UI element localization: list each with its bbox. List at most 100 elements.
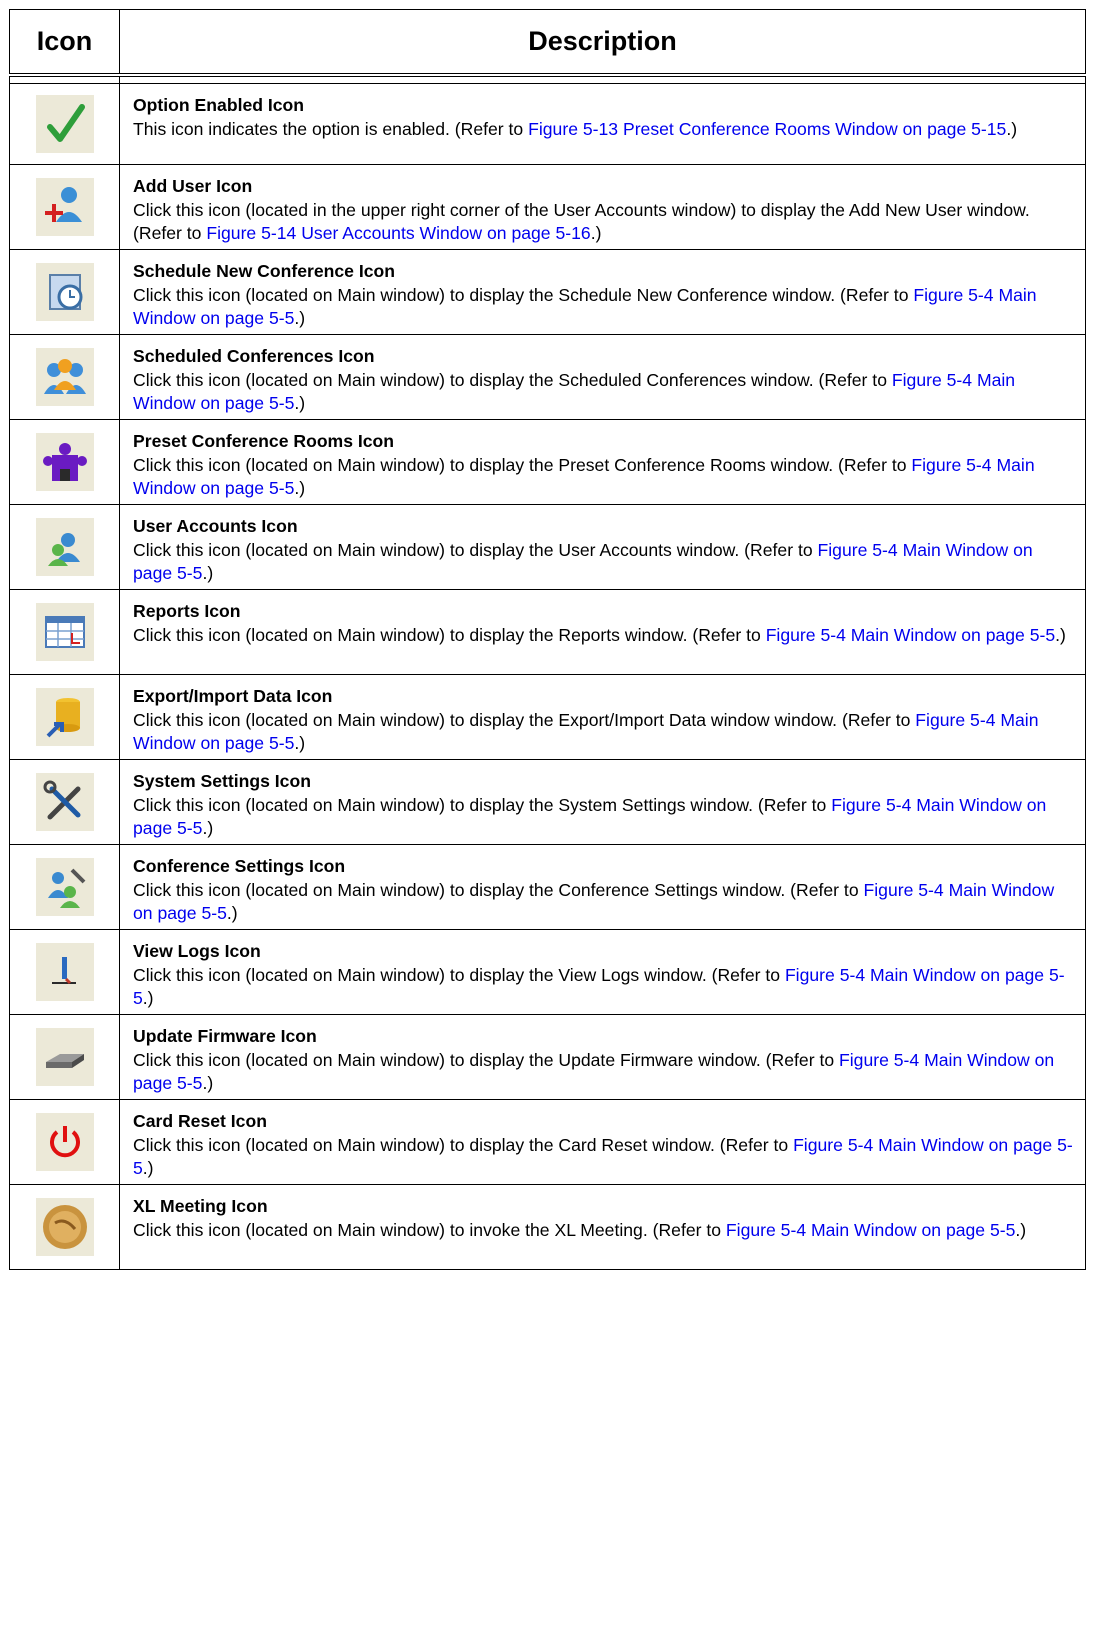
description-cell: Scheduled Conferences Icon Click this ic… bbox=[119, 334, 1086, 420]
firmware-drive-icon bbox=[35, 1028, 94, 1086]
icon-cell bbox=[9, 83, 120, 165]
table-row: XL Meeting Icon Click this icon (located… bbox=[9, 1184, 1086, 1270]
icon-cell bbox=[9, 249, 120, 335]
icon-cell bbox=[9, 504, 120, 590]
table-row: Card Reset Icon Click this icon (located… bbox=[9, 1099, 1086, 1185]
entry-text: Click this icon (located on Main window)… bbox=[133, 539, 818, 560]
description-cell: Card Reset Icon Click this icon (located… bbox=[119, 1099, 1086, 1185]
conference-settings-icon bbox=[35, 858, 94, 916]
entry-text: Click this icon (located on Main window)… bbox=[133, 1049, 840, 1070]
table-row: Reports Icon Click this icon (located on… bbox=[9, 589, 1086, 675]
entry-text-end: .) bbox=[202, 1073, 214, 1093]
entry-text: Click this icon (located on Main window)… bbox=[133, 624, 766, 645]
schedule-clock-icon bbox=[35, 263, 94, 321]
entry-title: Export/Import Data Icon bbox=[133, 686, 333, 706]
entry-text-end: .) bbox=[142, 1158, 154, 1178]
description-cell: Export/Import Data Icon Click this icon … bbox=[119, 674, 1086, 760]
table-row: Scheduled Conferences Icon Click this ic… bbox=[9, 334, 1086, 420]
description-cell: XL Meeting Icon Click this icon (located… bbox=[119, 1184, 1086, 1270]
entry-title: Add User Icon bbox=[133, 176, 253, 196]
entry-title: User Accounts Icon bbox=[133, 516, 298, 536]
figure-reference-link[interactable]: Figure 5-14 User Accounts Window on page… bbox=[206, 223, 590, 243]
user-accounts-icon bbox=[35, 518, 94, 576]
description-cell: View Logs Icon Click this icon (located … bbox=[119, 929, 1086, 1015]
entry-text-end: .) bbox=[142, 988, 154, 1008]
entry-title: Update Firmware Icon bbox=[133, 1026, 317, 1046]
icon-cell bbox=[9, 1099, 120, 1185]
icon-description-table: Icon Description Option Enabled Icon Thi… bbox=[9, 9, 1086, 1270]
entry-text: Click this icon (located on Main window)… bbox=[133, 1219, 726, 1240]
description-cell: Update Firmware Icon Click this icon (lo… bbox=[119, 1014, 1086, 1100]
table-row: Add User Icon Click this icon (located i… bbox=[9, 164, 1086, 250]
xl-meeting-icon bbox=[35, 1198, 94, 1256]
table-row: View Logs Icon Click this icon (located … bbox=[9, 929, 1086, 1015]
icon-cell bbox=[9, 759, 120, 845]
icon-cell bbox=[9, 929, 120, 1015]
entry-title: Preset Conference Rooms Icon bbox=[133, 431, 395, 451]
description-cell: User Accounts Icon Click this icon (loca… bbox=[119, 504, 1086, 590]
icon-cell bbox=[9, 419, 120, 505]
figure-reference-link[interactable]: Figure 5-13 Preset Conference Rooms Wind… bbox=[528, 119, 1006, 139]
icon-column-header: Icon bbox=[9, 9, 120, 76]
icon-cell bbox=[9, 164, 120, 250]
icon-cell bbox=[9, 674, 120, 760]
entry-text-end: .) bbox=[1015, 1219, 1027, 1240]
entry-text-end: .) bbox=[294, 733, 306, 753]
entry-text-end: .) bbox=[294, 308, 306, 328]
description-cell: Conference Settings Icon Click this icon… bbox=[119, 844, 1086, 930]
entry-title: Conference Settings Icon bbox=[133, 856, 346, 876]
description-cell: Option Enabled Icon This icon indicates … bbox=[119, 83, 1086, 165]
entry-title: Reports Icon bbox=[133, 601, 241, 621]
entry-text-end: .) bbox=[1055, 624, 1066, 645]
tools-icon bbox=[35, 773, 94, 831]
entry-text-end: .) bbox=[226, 903, 238, 923]
table-header-row: Icon Description bbox=[9, 9, 1086, 76]
icon-cell bbox=[9, 589, 120, 675]
table-row: Preset Conference Rooms Icon Click this … bbox=[9, 419, 1086, 505]
icon-cell bbox=[9, 844, 120, 930]
entry-title: Schedule New Conference Icon bbox=[133, 261, 396, 281]
entry-text-end: .) bbox=[202, 818, 214, 838]
view-logs-icon bbox=[35, 943, 94, 1001]
table-row: Export/Import Data Icon Click this icon … bbox=[9, 674, 1086, 760]
table-row: Conference Settings Icon Click this icon… bbox=[9, 844, 1086, 930]
entry-text: Click this icon (located on Main window)… bbox=[133, 284, 914, 305]
description-column-header: Description bbox=[119, 9, 1086, 76]
entry-text-end: .) bbox=[294, 393, 306, 413]
description-cell: System Settings Icon Click this icon (lo… bbox=[119, 759, 1086, 845]
entry-text: Click this icon (located on Main window)… bbox=[133, 879, 864, 900]
database-export-icon bbox=[35, 688, 94, 746]
entry-title: System Settings Icon bbox=[133, 771, 311, 791]
table-row: System Settings Icon Click this icon (lo… bbox=[9, 759, 1086, 845]
entry-title: Scheduled Conferences Icon bbox=[133, 346, 375, 366]
entry-title: Option Enabled Icon bbox=[133, 95, 305, 115]
entry-text: Click this icon (located on Main window)… bbox=[133, 454, 912, 475]
entry-text: Click this icon (located on Main window)… bbox=[133, 964, 785, 985]
table-row: Update Firmware Icon Click this icon (lo… bbox=[9, 1014, 1086, 1100]
header-spacer bbox=[9, 74, 1086, 84]
conference-room-icon bbox=[35, 433, 94, 491]
entry-text: Click this icon (located on Main window)… bbox=[133, 369, 892, 390]
entry-title: View Logs Icon bbox=[133, 941, 261, 961]
add-user-icon bbox=[35, 178, 94, 236]
figure-reference-link[interactable]: Figure 5-4 Main Window on page 5-5 bbox=[726, 1220, 1015, 1240]
table-row: Schedule New Conference Icon Click this … bbox=[9, 249, 1086, 335]
calendar-report-icon bbox=[35, 603, 94, 661]
entry-text: This icon indicates the option is enable… bbox=[133, 118, 529, 139]
entry-title: Card Reset Icon bbox=[133, 1111, 267, 1131]
icon-cell bbox=[9, 1014, 120, 1100]
entry-text: Click this icon (located on Main window)… bbox=[133, 794, 832, 815]
description-cell: Schedule New Conference Icon Click this … bbox=[119, 249, 1086, 335]
figure-reference-link[interactable]: Figure 5-4 Main Window on page 5-5 bbox=[766, 625, 1055, 645]
entry-text-end: .) bbox=[202, 563, 214, 583]
entry-title: XL Meeting Icon bbox=[133, 1196, 268, 1216]
icon-cell bbox=[9, 334, 120, 420]
power-icon bbox=[35, 1113, 94, 1171]
entry-text: Click this icon (located on Main window)… bbox=[133, 709, 916, 730]
checkmark-icon bbox=[35, 95, 94, 153]
description-cell: Add User Icon Click this icon (located i… bbox=[119, 164, 1086, 250]
table-row: Option Enabled Icon This icon indicates … bbox=[9, 83, 1086, 165]
description-cell: Reports Icon Click this icon (located on… bbox=[119, 589, 1086, 675]
table-row: User Accounts Icon Click this icon (loca… bbox=[9, 504, 1086, 590]
entry-text-end: .) bbox=[294, 478, 306, 498]
